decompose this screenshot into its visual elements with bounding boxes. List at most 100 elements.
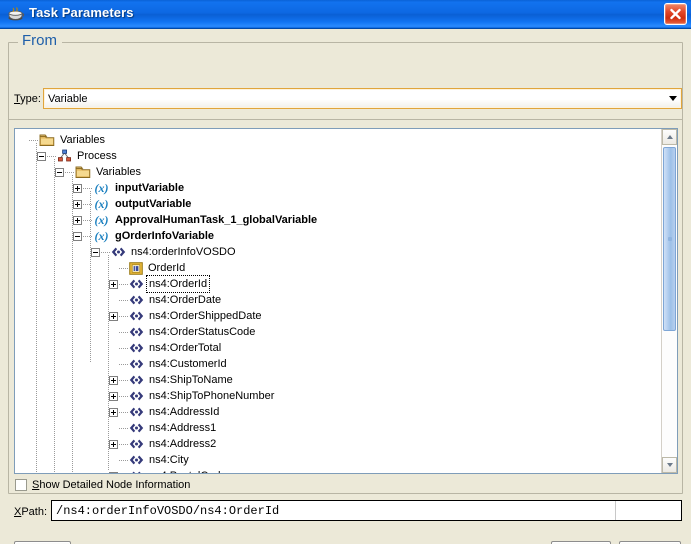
tree-node[interactable]: (x) ApprovalHumanTask_1_globalVariable <box>15 212 662 228</box>
tree-node-label: inputVariable <box>115 182 185 194</box>
tree-connector <box>83 180 93 196</box>
tree-node-label: Process <box>77 150 117 162</box>
element-icon <box>129 470 144 473</box>
scroll-up-icon[interactable] <box>662 129 677 145</box>
section-divider <box>9 119 682 120</box>
tree-node-label: ns4:AddressId <box>149 406 220 418</box>
tree-connector <box>119 340 129 356</box>
tree-node[interactable]: ns4:OrderShippedDate <box>15 308 662 324</box>
xpath-input-value: /ns4:orderInfoVOSDO/ns4:OrderId <box>56 503 280 518</box>
element-icon <box>129 358 144 370</box>
tree-node[interactable]: Variables <box>15 132 662 148</box>
tree-connector <box>119 260 129 276</box>
tree-node[interactable]: ns4:CustomerId <box>15 356 662 372</box>
tree-vertical-scrollbar[interactable] <box>661 129 677 473</box>
checkbox-box[interactable] <box>15 479 27 491</box>
tree-connector <box>101 244 111 260</box>
close-icon[interactable] <box>664 3 687 25</box>
variable-tree: Variables Process Variables (x) inputVariabl… <box>15 129 662 473</box>
tree-node[interactable]: ns4:orderInfoVOSDO <box>15 244 662 260</box>
element-icon <box>129 454 144 466</box>
folder-icon <box>75 165 91 179</box>
task-parameters-dialog: Task Parameters From Type: Variable Vari… <box>0 0 691 544</box>
from-groupbox-title: From <box>18 33 62 49</box>
collapse-node-icon[interactable] <box>55 167 64 177</box>
type-combobox[interactable]: Variable <box>43 88 682 109</box>
tree-node[interactable]: ns4:OrderDate <box>15 292 662 308</box>
tree-node[interactable]: ns4:Address1 <box>15 420 662 436</box>
tree-node-label: ns4:OrderShippedDate <box>149 310 262 322</box>
tree-node[interactable]: ns4:ShipToName <box>15 372 662 388</box>
xpath-input[interactable]: /ns4:orderInfoVOSDO/ns4:OrderId <box>51 500 682 521</box>
tree-connector <box>119 372 129 388</box>
window-title: Task Parameters <box>29 5 134 20</box>
tree-connector <box>119 468 129 473</box>
show-detailed-node-info-checkbox[interactable]: Show Detailed Node Information <box>15 479 190 491</box>
tree-connector <box>83 212 93 228</box>
element-icon <box>129 278 144 290</box>
tree-connector <box>119 420 129 436</box>
expand-node-icon[interactable] <box>109 279 118 289</box>
tree-node[interactable]: ns4:ShipToPhoneNumber <box>15 388 662 404</box>
java-coffee-icon <box>7 5 25 23</box>
expand-node-icon[interactable] <box>109 439 118 449</box>
tree-node[interactable]: Process <box>15 148 662 164</box>
tree-node[interactable]: OrderId <box>15 260 662 276</box>
expand-node-icon[interactable] <box>109 311 118 321</box>
tree-node[interactable]: (x) outputVariable <box>15 196 662 212</box>
tree-node[interactable]: ns4:AddressId <box>15 404 662 420</box>
tree-node[interactable]: ns4:OrderStatusCode <box>15 324 662 340</box>
scrollbar-thumb[interactable] <box>663 147 676 331</box>
tree-node[interactable]: ns4:PostalCode <box>15 468 662 473</box>
tree-connector <box>119 356 129 372</box>
folder-icon <box>39 133 55 147</box>
expand-node-icon[interactable] <box>109 471 118 473</box>
tree-connector <box>29 132 39 148</box>
tree-connector <box>119 452 129 468</box>
expand-node-icon[interactable] <box>109 375 118 385</box>
expand-node-icon[interactable] <box>73 199 82 209</box>
tree-node-label: ns4:CustomerId <box>149 358 227 370</box>
tree-node-label: outputVariable <box>115 198 192 210</box>
expand-node-icon[interactable] <box>109 407 118 417</box>
element-icon <box>129 342 144 354</box>
tree-node-label: gOrderInfoVariable <box>115 230 215 242</box>
scroll-down-icon[interactable] <box>662 457 677 473</box>
tree-node[interactable]: (x) gOrderInfoVariable <box>15 228 662 244</box>
tree-node-label: ns4:ShipToPhoneNumber <box>149 390 275 402</box>
collapse-node-icon[interactable] <box>91 247 100 257</box>
collapse-node-icon[interactable] <box>37 151 46 161</box>
variable-icon: (x) <box>94 180 109 195</box>
tree-node[interactable]: (x) inputVariable <box>15 180 662 196</box>
tree-connector <box>119 292 129 308</box>
expand-node-icon[interactable] <box>73 183 82 193</box>
variable-tree-panel: Variables Process Variables (x) inputVariabl… <box>14 128 678 474</box>
element-icon <box>129 438 144 450</box>
element-icon <box>111 246 126 258</box>
tree-node[interactable]: ns4:City <box>15 452 662 468</box>
tree-connector <box>119 436 129 452</box>
element-icon <box>129 310 144 322</box>
tree-node[interactable]: ns4:Address2 <box>15 436 662 452</box>
collapse-node-icon[interactable] <box>73 231 82 241</box>
tree-node-label: ns4:City <box>149 454 189 466</box>
window-titlebar[interactable]: Task Parameters <box>0 0 691 29</box>
variable-tree-scrollarea[interactable]: Variables Process Variables (x) inputVariabl… <box>15 129 662 473</box>
tree-node-label: ns4:orderInfoVOSDO <box>131 246 236 258</box>
element-icon <box>129 422 144 434</box>
attribute-icon <box>129 261 143 275</box>
tree-connector <box>83 196 93 212</box>
tree-node[interactable]: ns4:OrderTotal <box>15 340 662 356</box>
scrollbar-track[interactable] <box>662 145 677 457</box>
tree-connector <box>119 308 129 324</box>
tree-node-label: ns4:OrderStatusCode <box>149 326 256 338</box>
chevron-down-icon[interactable] <box>664 89 681 108</box>
tree-node-label: ns4:OrderDate <box>149 294 222 306</box>
tree-connector <box>119 324 129 340</box>
tree-node[interactable]: Variables <box>15 164 662 180</box>
expand-node-icon[interactable] <box>73 215 82 225</box>
element-icon <box>129 326 144 338</box>
tree-node[interactable]: ns4:OrderId <box>15 275 662 293</box>
element-icon <box>129 390 144 402</box>
expand-node-icon[interactable] <box>109 391 118 401</box>
